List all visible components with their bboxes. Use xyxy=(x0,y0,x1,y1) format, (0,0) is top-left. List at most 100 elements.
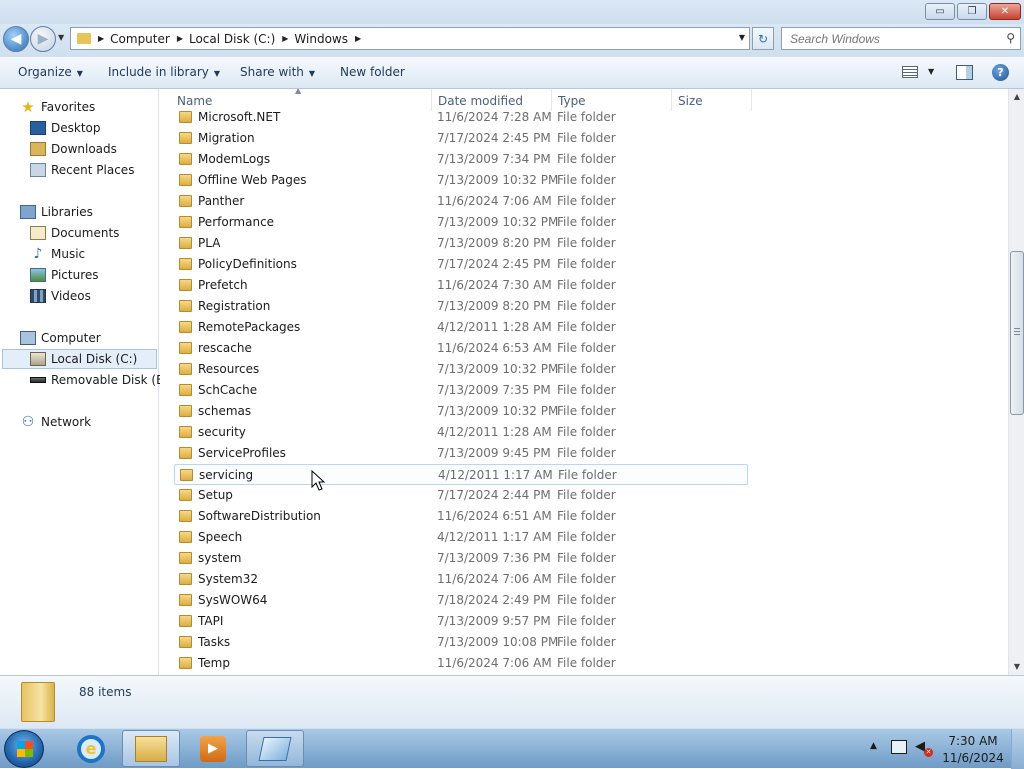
file-row[interactable]: SchCache 7/13/2009 7:35 PM File folder xyxy=(174,380,748,401)
file-row[interactable]: PLA 7/13/2009 8:20 PM File folder xyxy=(174,233,748,254)
forward-button[interactable]: ▶ xyxy=(30,26,56,52)
file-row[interactable]: security 4/12/2011 1:28 AM File folder xyxy=(174,422,748,443)
file-row[interactable]: Temp 11/6/2024 7:06 AM File folder xyxy=(174,653,748,674)
change-view-icon[interactable] xyxy=(902,66,918,78)
breadcrumb-separator-icon[interactable]: ▶ xyxy=(177,34,183,43)
clock-time[interactable]: 7:30 AM xyxy=(948,734,998,748)
file-row[interactable]: Tasks 7/13/2009 10:08 PM File folder xyxy=(174,632,748,653)
file-row[interactable]: Panther 11/6/2024 7:06 AM File folder xyxy=(174,191,748,212)
file-name: Resources xyxy=(198,362,260,376)
file-row[interactable]: System32 11/6/2024 7:06 AM File folder xyxy=(174,569,748,590)
organize-menu[interactable]: Organize ▼ xyxy=(18,65,83,79)
file-row[interactable]: Offline Web Pages 7/13/2009 10:32 PM File … xyxy=(174,170,748,191)
file-name: PolicyDefinitions xyxy=(198,257,297,271)
views-dropdown-icon[interactable]: ▼ xyxy=(928,67,934,76)
recent-pages-dropdown-icon[interactable]: ▼ xyxy=(58,33,64,42)
file-row[interactable]: Microsoft.NET 11/6/2024 7:28 AM File folde… xyxy=(174,107,748,128)
file-row[interactable]: Speech 4/12/2011 1:17 AM File folder xyxy=(174,527,748,548)
taskbar-media-player[interactable]: ▶ xyxy=(184,730,242,767)
help-icon[interactable]: ? xyxy=(992,64,1009,81)
show-desktop-button[interactable] xyxy=(1011,729,1024,769)
nav-item-local-disk[interactable]: Local Disk (C:) xyxy=(2,349,157,369)
file-row[interactable]: PolicyDefinitions 7/17/2024 2:45 PM File f… xyxy=(174,254,748,275)
breadcrumb-separator-icon[interactable]: ▶ xyxy=(98,34,104,43)
nav-item-desktop[interactable]: Desktop xyxy=(30,118,101,138)
start-button[interactable] xyxy=(4,730,44,768)
nav-computer[interactable]: Computer xyxy=(20,328,101,348)
show-hidden-icons-icon[interactable]: ▲ xyxy=(870,741,877,751)
folder-icon xyxy=(179,279,192,291)
maximize-button[interactable]: ❐ xyxy=(957,3,987,20)
chevron-down-icon: ▼ xyxy=(213,69,221,78)
file-row[interactable]: ModemLogs 7/13/2009 7:34 PM File folder xyxy=(174,149,748,170)
breadcrumb-separator-icon[interactable]: ▶ xyxy=(282,34,288,43)
file-name: PLA xyxy=(198,236,221,250)
file-row[interactable]: ServiceProfiles 7/13/2009 9:45 PM File fol… xyxy=(174,443,748,464)
scroll-up-icon[interactable]: ▲ xyxy=(1009,89,1024,105)
file-row[interactable]: SoftwareDistribution 11/6/2024 6:51 AM Fil… xyxy=(174,506,748,527)
nav-label: Favorites xyxy=(41,100,96,114)
file-row[interactable]: Migration 7/17/2024 2:45 PM File folder xyxy=(174,128,748,149)
nav-item-recent-places[interactable]: Recent Places xyxy=(30,160,134,180)
scroll-down-icon[interactable]: ▼ xyxy=(1009,659,1024,675)
file-row[interactable]: SysWOW64 7/18/2024 2:49 PM File folder xyxy=(174,590,748,611)
new-folder-button[interactable]: New folder xyxy=(340,65,405,79)
file-date-modified: 7/13/2009 7:36 PM xyxy=(437,551,551,565)
share-with-menu[interactable]: Share with ▼ xyxy=(240,65,315,79)
file-row[interactable]: schemas 7/13/2009 10:32 PM File folder xyxy=(174,401,748,422)
clock-date[interactable]: 11/6/2024 xyxy=(940,751,1006,765)
file-row[interactable]: system 7/13/2009 7:36 PM File folder xyxy=(174,548,748,569)
nav-item-removable-disk[interactable]: Removable Disk (E:) xyxy=(30,370,172,390)
nav-libraries[interactable]: Libraries xyxy=(20,202,93,222)
file-row[interactable]: Performance 7/13/2009 10:32 PM File folder xyxy=(174,212,748,233)
taskbar: e ▶ ▲ ◀ ✕ 7:30 AM 11/6/2024 xyxy=(0,728,1024,769)
back-button[interactable]: ◀ xyxy=(3,26,29,52)
nav-label: Music xyxy=(51,247,86,261)
close-button[interactable]: ✕ xyxy=(989,3,1021,20)
nav-label: Desktop xyxy=(51,121,101,135)
include-in-library-menu[interactable]: Include in library ▼ xyxy=(108,65,220,79)
file-row[interactable]: RemotePackages 4/12/2011 1:28 AM File fold… xyxy=(174,317,748,338)
breadcrumb-computer[interactable]: Computer xyxy=(110,32,170,46)
nav-item-pictures[interactable]: Pictures xyxy=(30,265,99,285)
taskbar-app[interactable] xyxy=(246,730,304,767)
breadcrumb-separator-icon[interactable]: ▶ xyxy=(355,34,361,43)
vertical-scrollbar[interactable]: ▲ ▼ xyxy=(1008,89,1024,675)
search-input[interactable] xyxy=(790,31,1000,46)
nav-item-music[interactable]: ♪ Music xyxy=(30,244,86,264)
nav-item-downloads[interactable]: Downloads xyxy=(30,139,117,159)
address-history-dropdown-icon[interactable]: ▼ xyxy=(739,33,745,42)
scrollbar-thumb[interactable] xyxy=(1010,251,1024,415)
breadcrumb-windows[interactable]: Windows xyxy=(294,32,348,46)
file-type: File folder xyxy=(557,257,616,271)
file-row[interactable]: Registration 7/13/2009 8:20 PM File folder xyxy=(174,296,748,317)
file-type: File folder xyxy=(557,593,616,607)
nav-item-videos[interactable]: Videos xyxy=(30,286,91,306)
file-date-modified: 7/13/2009 10:32 PM xyxy=(437,215,559,229)
nav-item-documents[interactable]: Documents xyxy=(30,223,119,243)
search-box[interactable]: ⚲ xyxy=(781,27,1021,50)
file-name: Prefetch xyxy=(198,278,248,292)
file-type: File folder xyxy=(557,404,616,418)
file-row[interactable]: Resources 7/13/2009 10:32 PM File folder xyxy=(174,359,748,380)
refresh-button[interactable]: ↻ xyxy=(752,27,774,50)
file-type: File folder xyxy=(557,110,616,124)
title-bar[interactable]: ▭ ❐ ✕ xyxy=(0,0,1024,24)
search-icon[interactable]: ⚲ xyxy=(1006,31,1015,45)
minimize-button[interactable]: ▭ xyxy=(925,3,955,20)
network-status-icon[interactable] xyxy=(891,740,907,754)
file-row[interactable]: Prefetch 11/6/2024 7:30 AM File folder xyxy=(174,275,748,296)
nav-network[interactable]: ⚇ Network xyxy=(20,412,91,432)
taskbar-windows-explorer[interactable] xyxy=(122,730,180,767)
folder-icon xyxy=(179,321,192,333)
file-row[interactable]: TAPI 7/13/2009 9:57 PM File folder xyxy=(174,611,748,632)
file-row[interactable]: rescache 11/6/2024 6:53 AM File folder xyxy=(174,338,748,359)
file-row[interactable]: Setup 7/17/2024 2:44 PM File folder xyxy=(174,485,748,506)
taskbar-internet-explorer[interactable]: e xyxy=(62,730,120,767)
address-bar[interactable]: ▶ Computer ▶ Local Disk (C:) ▶ Windows ▶… xyxy=(70,27,750,50)
nav-favorites[interactable]: ★ Favorites xyxy=(20,97,95,117)
file-row[interactable]: servicing 4/12/2011 1:17 AM File folder xyxy=(174,464,748,485)
breadcrumb-local-disk[interactable]: Local Disk (C:) xyxy=(189,32,275,46)
folder-icon xyxy=(179,363,192,375)
preview-pane-icon[interactable] xyxy=(956,65,973,80)
